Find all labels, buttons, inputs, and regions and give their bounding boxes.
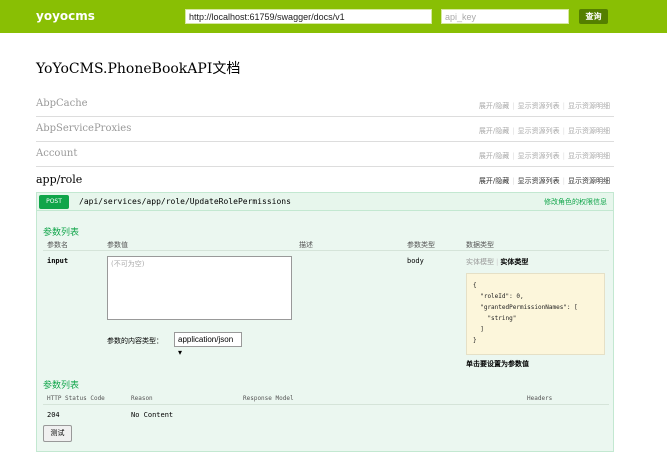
toggle-link[interactable]: 展开/隐藏 <box>479 151 509 161</box>
operation-heading[interactable]: POST /api/services/app/role/UpdateRolePe… <box>37 193 613 211</box>
operation-panel: POST /api/services/app/role/UpdateRolePe… <box>36 192 614 452</box>
toggle-link[interactable]: 展开/隐藏 <box>479 176 509 186</box>
resource-name[interactable]: AbpServiceProxies <box>36 123 131 134</box>
tab-model[interactable]: 实体模型 <box>466 258 494 266</box>
response-col-model: Response Model <box>243 395 294 402</box>
tab-model-schema[interactable]: 实体类型 <box>500 258 528 266</box>
page-title: YoYoCMS.PhoneBookAPI文档 <box>36 61 241 77</box>
expand-operations-link[interactable]: 显示资源明细 <box>568 101 610 111</box>
param-col-value: 参数值 <box>107 241 128 249</box>
expand-operations-link[interactable]: 显示资源明细 <box>568 176 610 186</box>
list-operations-link[interactable]: 显示资源列表 <box>518 101 560 111</box>
model-signature[interactable]: { "roleId": 0, "grantedPermissionNames":… <box>466 273 605 355</box>
explore-button[interactable]: 查询 <box>579 9 608 24</box>
top-bar: yoyocms http://localhost:61759/swagger/d… <box>0 0 667 33</box>
parameters-title: 参数列表 <box>43 228 80 238</box>
param-name: input <box>47 257 69 265</box>
api-url-input[interactable]: http://localhost:61759/swagger/docs/v1 <box>185 9 432 24</box>
divider <box>43 250 609 251</box>
expand-operations-link[interactable]: 显示资源明细 <box>568 151 610 161</box>
content-type-select[interactable]: application/json ▾ <box>174 332 242 357</box>
response-code: 204 <box>47 411 60 419</box>
list-operations-link[interactable]: 显示资源列表 <box>518 151 560 161</box>
param-col-datatype: 数据类型 <box>466 241 494 249</box>
signature-hint: 单击要设置为参数值 <box>466 360 529 368</box>
resource-app-role: app/role 展开/隐藏 | 显示资源列表 | 显示资源明细 <box>36 173 610 186</box>
content-type-label: 参数的内容类型： <box>107 337 163 345</box>
api-key-input[interactable]: api_key <box>441 9 569 24</box>
resource-abpserviceproxies: AbpServiceProxies 展开/隐藏 | 显示资源列表 | 显示资源明细 <box>36 120 614 142</box>
resource-abpcache: AbpCache 展开/隐藏 | 显示资源列表 | 显示资源明细 <box>36 95 614 117</box>
param-col-description: 描述 <box>299 241 313 249</box>
model-tabs: 实体模型 | 实体类型 <box>466 258 529 266</box>
response-col-headers: Headers <box>527 395 553 402</box>
param-col-name: 参数名 <box>47 241 68 249</box>
http-method-badge[interactable]: POST <box>39 195 69 209</box>
response-col-code: HTTP Status Code <box>47 395 105 402</box>
resource-name[interactable]: Account <box>36 148 77 159</box>
toggle-link[interactable]: 展开/隐藏 <box>479 101 509 111</box>
responses-title: 参数列表 <box>43 381 80 391</box>
expand-operations-link[interactable]: 显示资源明细 <box>568 126 610 136</box>
response-reason: No Content <box>131 411 174 419</box>
response-col-reason: Reason <box>131 395 153 402</box>
param-value-textarea[interactable]: (不可为空) <box>107 256 292 320</box>
list-operations-link[interactable]: 显示资源列表 <box>518 126 560 136</box>
resource-name[interactable]: AbpCache <box>36 98 88 109</box>
operation-path[interactable]: /api/services/app/role/UpdateRolePermiss… <box>79 197 291 206</box>
resource-account: Account 展开/隐藏 | 显示资源列表 | 显示资源明细 <box>36 145 614 167</box>
try-it-out-button[interactable]: 测试 <box>43 425 72 442</box>
divider <box>43 404 609 405</box>
param-col-type: 参数类型 <box>407 241 435 249</box>
resource-name[interactable]: app/role <box>36 173 82 186</box>
logo[interactable]: yoyocms <box>36 9 95 23</box>
list-operations-link[interactable]: 显示资源列表 <box>518 176 560 186</box>
operation-summary[interactable]: 修改角色的权限信息 <box>544 197 607 207</box>
param-type: body <box>407 257 424 265</box>
toggle-link[interactable]: 展开/隐藏 <box>479 126 509 136</box>
